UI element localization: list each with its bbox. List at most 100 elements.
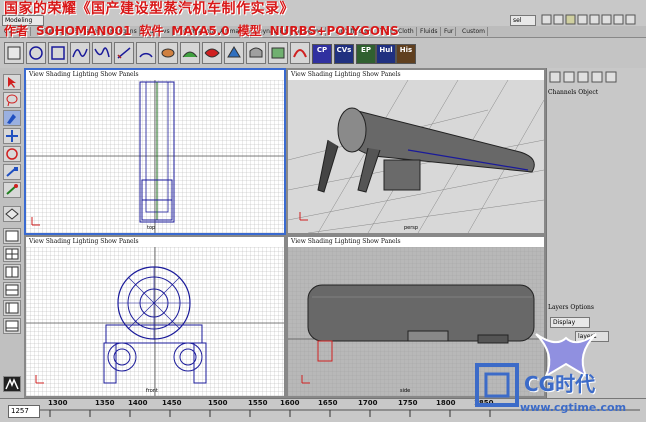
ep-curve-button[interactable] bbox=[92, 42, 112, 64]
viewport-canvas[interactable]: top bbox=[26, 80, 284, 233]
model-label: 模型 bbox=[237, 24, 262, 38]
last-tool[interactable] bbox=[3, 206, 21, 222]
viewport-front[interactable]: View Shading Lighting Show Panels front bbox=[24, 235, 286, 398]
last-tool-icon bbox=[5, 208, 19, 220]
tutorial-credits: 作者 SOHOMAN001 软件 MAYA5.0 模型 NURBS+POLYGONS bbox=[4, 22, 407, 39]
viewport-top[interactable]: View Shading Lighting Show Panels top bbox=[24, 68, 286, 235]
layout-four[interactable] bbox=[3, 246, 21, 262]
time-tick: 1800 bbox=[436, 399, 456, 407]
revolve-button[interactable] bbox=[158, 42, 178, 64]
arc-icon bbox=[139, 52, 153, 58]
shelf-tab-fur[interactable]: Fur bbox=[442, 27, 457, 36]
lasso-icon bbox=[6, 94, 18, 107]
maya-logo-icon bbox=[5, 378, 19, 390]
cp-button[interactable]: CP bbox=[312, 44, 332, 64]
software-label: 软件 bbox=[139, 24, 164, 38]
arc-tool-button[interactable] bbox=[136, 42, 156, 64]
layout-graph-icon bbox=[5, 284, 19, 296]
select-tool[interactable] bbox=[3, 74, 21, 90]
layout-split[interactable] bbox=[3, 264, 21, 280]
time-tick: 1400 bbox=[128, 399, 148, 407]
lasso-tool[interactable] bbox=[3, 92, 21, 108]
layout-hypershade[interactable] bbox=[3, 318, 21, 334]
time-tick: 1450 bbox=[162, 399, 182, 407]
shelf-tab-fluids[interactable]: Fluids bbox=[418, 27, 441, 36]
extrude-icon bbox=[227, 46, 241, 58]
loft-button[interactable] bbox=[180, 42, 200, 64]
rotate-icon bbox=[6, 148, 18, 160]
circle-icon bbox=[29, 46, 43, 60]
outliner-icon bbox=[5, 302, 19, 314]
author-name: SOHOMAN001 bbox=[36, 24, 132, 38]
time-tick: 1700 bbox=[358, 399, 378, 407]
cv-curve-icon bbox=[72, 48, 88, 58]
author-label: 作者 bbox=[4, 24, 29, 38]
tutorial-title: 国家的荣耀《国产建设型蒸汽机车制作实录》 bbox=[4, 1, 294, 17]
paint-select-icon bbox=[7, 114, 16, 124]
time-tick: 1350 bbox=[95, 399, 115, 407]
planar-button[interactable] bbox=[202, 42, 222, 64]
status-icons bbox=[540, 14, 644, 25]
viewport-menu[interactable]: View Shading Lighting Show Panels bbox=[26, 70, 284, 80]
layout-outliner[interactable] bbox=[3, 300, 21, 316]
manipulator-tool[interactable] bbox=[3, 182, 21, 198]
time-tick: 1600 bbox=[280, 399, 300, 407]
layout-persp-graph[interactable] bbox=[3, 282, 21, 298]
pencil-curve-icon bbox=[117, 47, 131, 59]
selection-field[interactable]: sel bbox=[510, 15, 536, 26]
channel-box-toolbar bbox=[548, 70, 644, 84]
viewport-menu[interactable]: View Shading Lighting Show Panels bbox=[26, 237, 284, 247]
channel-box-menu[interactable]: Channels Object bbox=[548, 88, 644, 98]
software-name: MAYA5.0 bbox=[171, 24, 230, 38]
scale-tool[interactable] bbox=[3, 164, 21, 180]
shelf-menu-button[interactable] bbox=[4, 42, 24, 64]
watermark-logo: CG时代 bbox=[524, 372, 596, 396]
extrude-button[interactable] bbox=[224, 42, 244, 64]
paint-select-tool[interactable] bbox=[3, 110, 21, 126]
cv-curve-button[interactable] bbox=[70, 42, 90, 64]
layout-single[interactable] bbox=[3, 228, 21, 244]
model-type: NURBS+POLYGONS bbox=[269, 24, 399, 38]
square-tool-button[interactable] bbox=[48, 42, 68, 64]
viewport-persp[interactable]: View Shading Lighting Show Panels persp bbox=[286, 68, 546, 235]
hypershade-icon bbox=[5, 320, 19, 332]
viewport-label: persp bbox=[404, 225, 419, 231]
scale-icon bbox=[6, 167, 18, 177]
rotate-tool[interactable] bbox=[3, 146, 21, 162]
square-surface-button[interactable] bbox=[290, 42, 310, 64]
time-tick: 1550 bbox=[248, 399, 268, 407]
watermark-url: www.cgtime.com bbox=[520, 401, 627, 414]
render-icons bbox=[541, 14, 636, 25]
ep-button[interactable]: EP bbox=[356, 44, 376, 64]
viewport-label: side bbox=[400, 388, 411, 394]
top-view-wireframe bbox=[26, 80, 284, 233]
layout-four-icon bbox=[5, 248, 19, 260]
cvs-button[interactable]: CVs bbox=[334, 44, 354, 64]
shelf-menu-icon bbox=[7, 46, 21, 60]
current-frame-field[interactable]: 1257 bbox=[8, 405, 40, 418]
history-button[interactable]: His bbox=[396, 44, 416, 64]
viewport-menu[interactable]: View Shading Lighting Show Panels bbox=[288, 237, 544, 247]
loft-icon bbox=[182, 51, 198, 58]
circle-tool-button[interactable] bbox=[26, 42, 46, 64]
layout-split-icon bbox=[5, 266, 19, 278]
square-surface-icon bbox=[293, 49, 307, 58]
bevel-button[interactable] bbox=[246, 42, 266, 64]
viewport-canvas[interactable]: front bbox=[26, 247, 284, 396]
shelf-tab-custom[interactable]: Custom bbox=[460, 27, 488, 36]
time-tick: 1650 bbox=[318, 399, 338, 407]
move-tool[interactable] bbox=[3, 128, 21, 144]
select-arrow-icon bbox=[8, 77, 16, 88]
maya-logo bbox=[3, 376, 21, 392]
pencil-curve-button[interactable] bbox=[114, 42, 134, 64]
time-tick: 1500 bbox=[208, 399, 228, 407]
channel-box-icons bbox=[549, 71, 617, 83]
viewport-menu[interactable]: View Shading Lighting Show Panels bbox=[288, 70, 544, 80]
front-view-wireframe bbox=[26, 247, 284, 396]
boundary-button[interactable] bbox=[268, 42, 288, 64]
hull-button[interactable]: Hul bbox=[376, 44, 396, 64]
layer-editor-menu[interactable]: Layers Options bbox=[548, 303, 644, 313]
ep-curve-icon bbox=[94, 47, 110, 58]
viewport-canvas[interactable]: persp bbox=[287, 79, 545, 234]
time-tick: 1750 bbox=[398, 399, 418, 407]
